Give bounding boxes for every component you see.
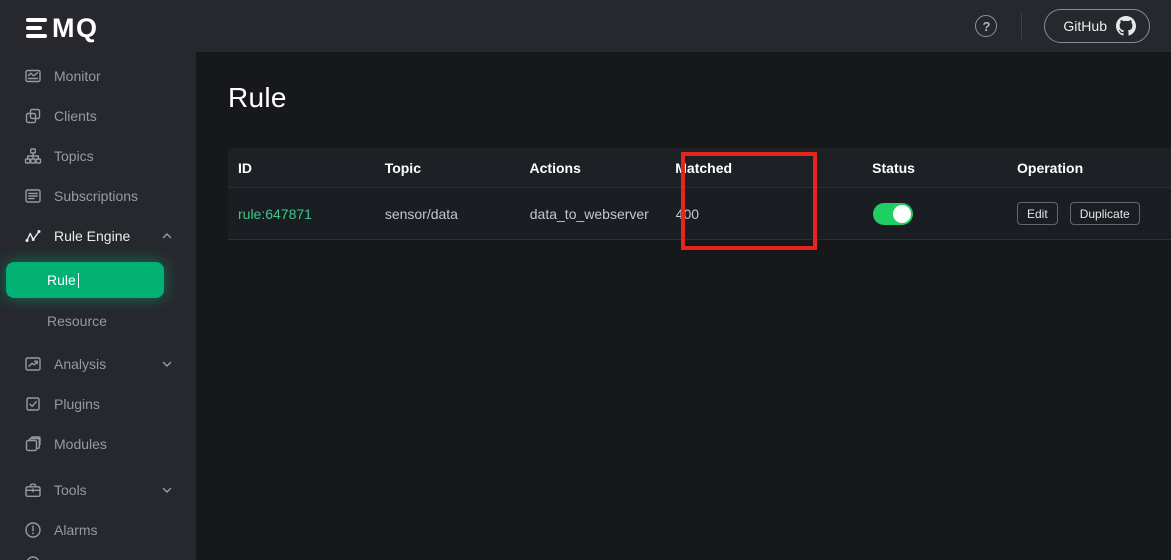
rule-table: ID Topic Actions Matched Status Operatio… — [228, 148, 1171, 240]
sidebar-item-tools[interactable]: Tools — [0, 470, 196, 510]
github-icon — [1116, 16, 1136, 36]
topbar-divider — [1021, 13, 1022, 39]
column-header-matched: Matched — [665, 160, 862, 176]
rule-actions-cell: data_to_webserver — [520, 206, 666, 222]
sidebar-item-monitor[interactable]: Monitor — [0, 56, 196, 96]
alarm-icon — [24, 521, 42, 539]
page-title: Rule — [228, 82, 287, 114]
modules-icon — [24, 435, 42, 453]
sidebar-item-clients[interactable]: Clients — [0, 96, 196, 136]
sidebar-item-label: Subscriptions — [54, 188, 174, 204]
sidebar-item-label: Clients — [54, 108, 174, 124]
sidebar-item-label: Monitor — [54, 68, 174, 84]
duplicate-button[interactable]: Duplicate — [1070, 202, 1140, 225]
analysis-icon — [24, 355, 42, 373]
emq-logo-text: MQ — [52, 13, 99, 44]
rule-engine-icon — [24, 227, 42, 245]
clients-icon — [24, 107, 42, 125]
status-toggle[interactable] — [873, 203, 913, 225]
topbar: ? GitHub — [196, 0, 1171, 52]
chevron-down-icon — [160, 357, 174, 371]
column-header-operation: Operation — [1007, 160, 1171, 176]
monitor-icon — [24, 67, 42, 85]
rule-matched-cell: 400 — [666, 206, 863, 222]
sidebar-item-plugins[interactable]: Plugins — [0, 384, 196, 424]
help-icon[interactable]: ? — [975, 15, 997, 37]
github-button-label: GitHub — [1063, 18, 1107, 34]
sidebar-item-label: Modules — [54, 436, 174, 452]
settings-icon-partial — [24, 554, 42, 560]
sidebar-item-label: Analysis — [54, 356, 160, 372]
tools-icon — [24, 481, 42, 499]
sidebar-subitem-resource[interactable]: Resource — [0, 302, 196, 340]
chevron-down-icon — [160, 483, 174, 497]
sidebar-item-subscriptions[interactable]: Subscriptions — [0, 176, 196, 216]
toggle-knob — [893, 205, 911, 223]
topics-icon — [24, 147, 42, 165]
sidebar-item-label: Plugins — [54, 396, 174, 412]
sidebar-subitem-label: Rule — [47, 272, 76, 288]
help-glyph: ? — [982, 19, 990, 34]
sidebar-subitem-label: Resource — [47, 313, 107, 329]
sidebar-item-label: Rule Engine — [54, 228, 160, 244]
sidebar: MQ Monitor Clients Topics Subscriptions … — [0, 0, 196, 560]
sidebar-item-label: Alarms — [54, 522, 174, 538]
column-header-actions: Actions — [520, 160, 666, 176]
sidebar-item-label: Topics — [54, 148, 174, 164]
rule-id-link[interactable]: rule:647871 — [238, 206, 312, 222]
column-header-status: Status — [862, 160, 1007, 176]
emq-logo[interactable]: MQ — [0, 0, 196, 56]
sidebar-item-analysis[interactable]: Analysis — [0, 344, 196, 384]
emq-logo-bars-icon — [26, 18, 47, 39]
sidebar-item-alarms[interactable]: Alarms — [0, 510, 196, 550]
github-button[interactable]: GitHub — [1044, 9, 1150, 43]
sidebar-item-modules[interactable]: Modules — [0, 424, 196, 464]
sidebar-item-label: Tools — [54, 482, 160, 498]
text-cursor — [78, 273, 80, 288]
column-header-topic: Topic — [375, 160, 520, 176]
table-row: rule:647871 sensor/data data_to_webserve… — [228, 188, 1171, 240]
plugins-icon — [24, 395, 42, 413]
table-header-row: ID Topic Actions Matched Status Operatio… — [228, 148, 1171, 188]
rule-topic-cell: sensor/data — [375, 206, 520, 222]
edit-button[interactable]: Edit — [1017, 202, 1058, 225]
chevron-up-icon — [160, 229, 174, 243]
sidebar-item-rule-engine[interactable]: Rule Engine — [0, 216, 196, 256]
sidebar-item-topics[interactable]: Topics — [0, 136, 196, 176]
column-header-id: ID — [228, 160, 375, 176]
sidebar-subitem-rule[interactable]: Rule — [6, 262, 164, 298]
subscriptions-icon — [24, 187, 42, 205]
